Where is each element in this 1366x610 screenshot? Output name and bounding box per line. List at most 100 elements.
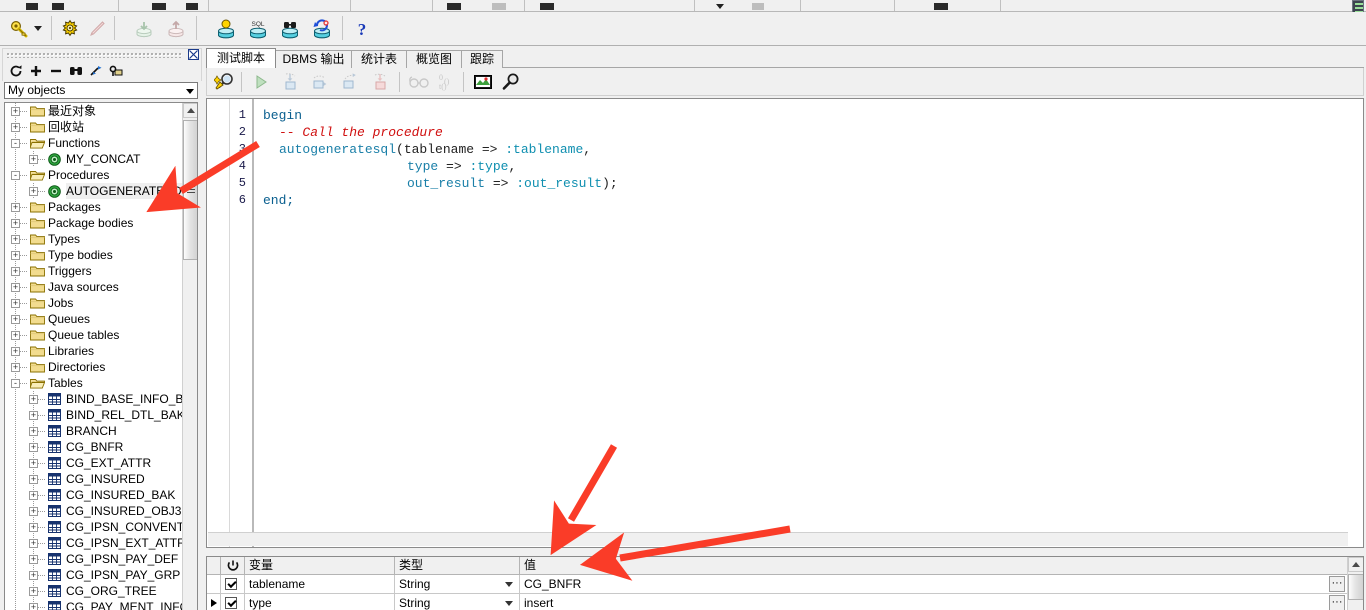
tree-expander-expand[interactable]: + (11, 219, 20, 228)
tree-node[interactable]: + Package bodies (5, 215, 183, 231)
value-editor-button[interactable]: ··· (1329, 576, 1345, 592)
tree-expander-expand[interactable]: + (29, 443, 38, 452)
type-header[interactable]: 类型 (395, 557, 520, 574)
tree-expander-expand[interactable]: + (29, 475, 38, 484)
tab-0[interactable]: 测试脚本 (206, 48, 276, 68)
tab-1[interactable]: DBMS 输出 (275, 50, 352, 68)
scroll-up-button[interactable] (183, 103, 197, 118)
chevron-down-icon[interactable] (186, 89, 194, 94)
plus-icon[interactable] (27, 63, 44, 79)
tree-expander-expand[interactable]: + (29, 491, 38, 500)
object-tree[interactable]: + 最近对象 + 回收站 - Functions + MY_CONCAT - Procedures… (4, 102, 198, 610)
tree-expander-expand[interactable]: + (29, 155, 38, 164)
test-script-editor[interactable]: 123456 begin -- Call the procedure autogen… (206, 98, 1364, 548)
open-object-button[interactable] (8, 18, 32, 40)
tree-expander-expand[interactable]: + (11, 235, 20, 244)
tree-node[interactable]: + Types (5, 231, 183, 247)
tree-vertical-scrollbar[interactable] (182, 103, 197, 610)
tab-4[interactable]: 跟踪 (461, 50, 503, 68)
tree-expander-expand[interactable]: + (29, 555, 38, 564)
tree-expander-expand[interactable]: + (11, 107, 20, 116)
enabled-checkbox-cell[interactable] (221, 575, 245, 594)
tree-node[interactable]: + CG_EXT_ATTR (5, 455, 183, 471)
code-line[interactable]: end; (263, 192, 294, 209)
variable-value-cell[interactable]: CG_BNFR (520, 575, 1348, 594)
variable-value-cell[interactable]: insert (520, 594, 1348, 610)
tree-node[interactable]: + MY_CONCAT (5, 151, 183, 167)
scroll-thumb[interactable] (183, 120, 197, 260)
tree-node[interactable]: + CG_INSURED_BAK (5, 487, 183, 503)
code-line[interactable]: out_result => :out_result); (407, 175, 618, 192)
tree-node[interactable]: + 最近对象 (5, 103, 183, 119)
tree-expander-expand[interactable]: + (29, 523, 38, 532)
magnifier-icon[interactable] (499, 71, 523, 93)
tree-node[interactable]: + Triggers (5, 263, 183, 279)
code-line[interactable]: autogeneratesql(tablename => :tablename, (279, 141, 591, 158)
tree-expander-expand[interactable]: + (11, 363, 20, 372)
output-window-icon[interactable] (471, 71, 495, 93)
tree-expander-collapse[interactable]: - (11, 171, 20, 180)
tab-2[interactable]: 统计表 (351, 50, 407, 68)
checkbox-checked-icon[interactable] (225, 597, 237, 609)
tree-expander-expand[interactable]: + (11, 251, 20, 260)
value-editor-button[interactable]: ··· (1329, 595, 1345, 610)
tree-expander-expand[interactable]: + (29, 571, 38, 580)
variable-name-cell[interactable]: type (245, 594, 395, 610)
tree-node[interactable]: + Java sources (5, 279, 183, 295)
help-button[interactable]: ? (350, 18, 374, 40)
tree-node[interactable]: + BRANCH (5, 423, 183, 439)
tree-node[interactable]: + BIND_REL_DTL_BAK (5, 407, 185, 423)
find-database-objects-button[interactable] (278, 18, 302, 40)
tree-node[interactable]: + CG_INSURED_OBJ3 (5, 503, 183, 519)
grid-scroll-thumb[interactable] (1348, 574, 1363, 600)
tree-node[interactable]: + CG_INSURED (5, 471, 183, 487)
new-test-window-button[interactable]: SQL (246, 18, 270, 40)
folder-key-icon[interactable] (107, 63, 124, 79)
rollback-button[interactable] (310, 18, 334, 40)
tree-node[interactable]: + Libraries (5, 343, 183, 359)
chevron-down-icon[interactable] (505, 601, 513, 606)
value-header[interactable]: 值 (520, 557, 1348, 574)
enabled-checkbox-cell[interactable] (221, 594, 245, 610)
table-row[interactable]: tablename String CG_BNFR ··· (207, 575, 1348, 594)
tree-expander-expand[interactable]: + (29, 587, 38, 596)
refresh-icon[interactable] (7, 63, 24, 79)
grid-vertical-scrollbar[interactable] (1347, 557, 1363, 610)
checkbox-checked-icon[interactable] (225, 578, 237, 590)
tree-node[interactable]: - Procedures (5, 167, 183, 183)
tree-node[interactable]: + CG_IPSN_PAY_GRP (5, 567, 183, 583)
tree-expander-expand[interactable]: + (11, 283, 20, 292)
tree-node[interactable]: + CG_PAY_MENT_INFO (5, 599, 189, 610)
session-settings-button[interactable] (58, 18, 82, 40)
tree-expander-expand[interactable]: + (29, 539, 38, 548)
tree-node[interactable]: + CG_IPSN_EXT_ATTR (5, 535, 186, 551)
tree-node[interactable]: + Packages (5, 199, 183, 215)
variables-grid[interactable]: 变量 类型 值 tablename String CG_BNFR ··· type Str… (206, 556, 1364, 610)
tree-expander-expand[interactable]: + (29, 507, 38, 516)
variable-header[interactable]: 变量 (245, 557, 395, 574)
tree-node[interactable]: + Type bodies (5, 247, 183, 263)
tree-expander-expand[interactable]: + (29, 411, 38, 420)
tree-expander-expand[interactable]: + (29, 427, 38, 436)
open-dropdown-caret[interactable] (34, 26, 42, 31)
tree-node[interactable]: + 回收站 (5, 119, 183, 135)
tree-expander-expand[interactable]: + (29, 187, 38, 196)
editor-horizontal-scrollbar[interactable] (208, 532, 1348, 546)
tree-node[interactable]: + Directories (5, 359, 183, 375)
tab-3[interactable]: 概览图 (406, 50, 462, 68)
code-line[interactable]: type => :type, (407, 158, 516, 175)
table-row[interactable]: type String insert ··· (207, 594, 1348, 610)
chevron-down-icon[interactable] (505, 582, 513, 587)
tree-expander-expand[interactable]: + (29, 395, 38, 404)
tree-node[interactable]: + BIND_BASE_INFO_BAK (5, 391, 197, 407)
tree-node[interactable]: - Functions (5, 135, 183, 151)
tree-node[interactable]: + CG_IPSN_CONVENTIO (5, 519, 197, 535)
tree-expander-expand[interactable]: + (29, 459, 38, 468)
tree-node[interactable]: + AUTOGENERATESQL (5, 183, 189, 199)
tree-expander-expand[interactable]: + (11, 267, 20, 276)
grid-scroll-up-button[interactable] (1348, 557, 1363, 572)
tree-node[interactable]: - Tables (5, 375, 183, 391)
tree-expander-expand[interactable]: + (11, 203, 20, 212)
variable-type-cell[interactable]: String (395, 594, 520, 610)
tree-node[interactable]: + CG_IPSN_PAY_DEF (5, 551, 183, 567)
